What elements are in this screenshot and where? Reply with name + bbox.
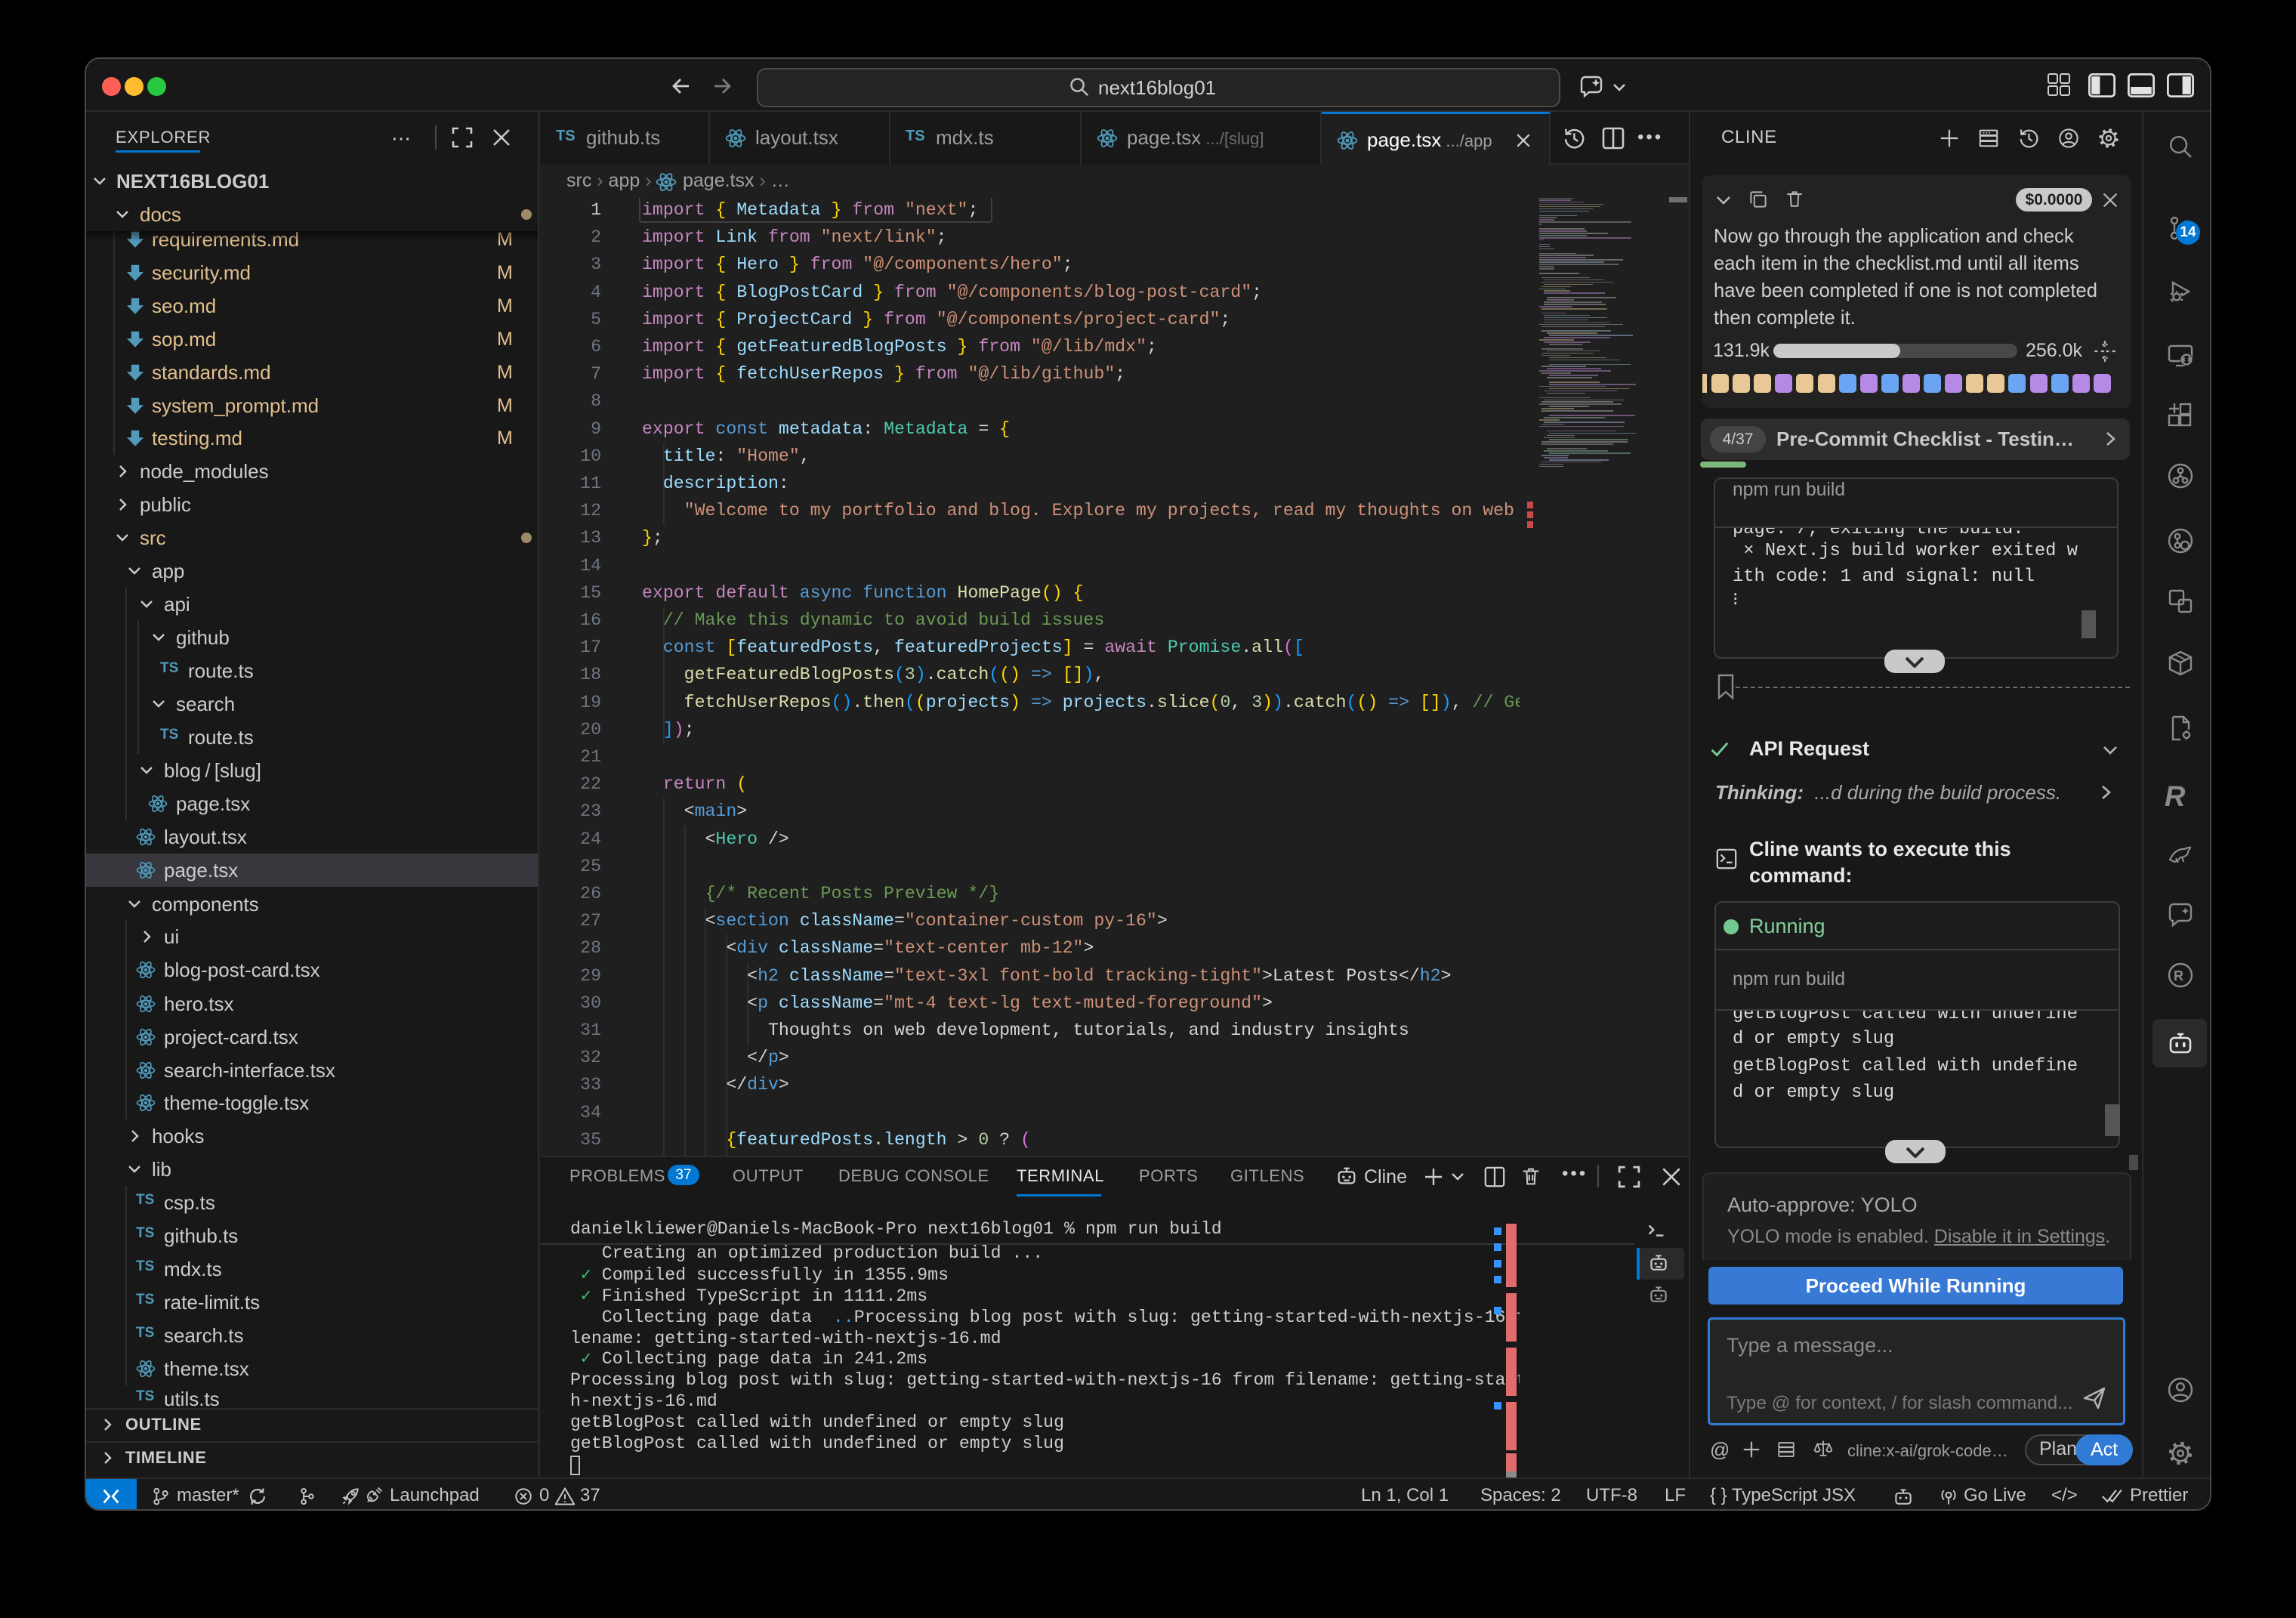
svg-text:R: R [2174, 968, 2183, 983]
